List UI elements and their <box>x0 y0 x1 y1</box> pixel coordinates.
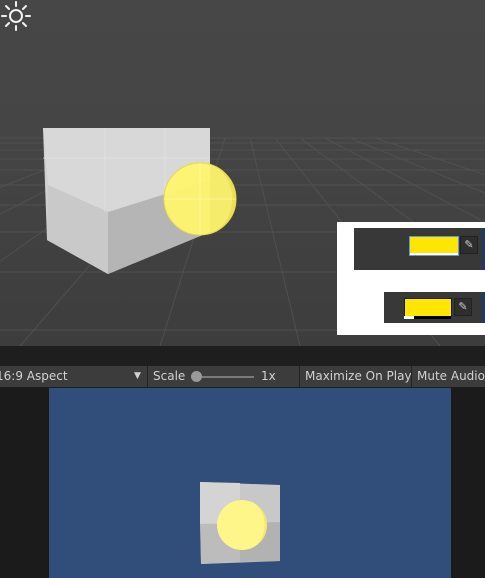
color-swatch[interactable] <box>404 298 452 317</box>
scale-slider[interactable] <box>196 376 254 378</box>
toolbar-separator <box>299 366 300 387</box>
color-field-row: ✎ <box>384 292 485 323</box>
color-field-row: ✎ <box>354 228 485 270</box>
aspect-dropdown[interactable]: 16:9 Aspect <box>0 366 68 387</box>
game-view-toolbar: 16:9 Aspect ▼ Scale 1x Maximize On Play … <box>0 366 485 388</box>
panel-divider <box>0 346 485 366</box>
scale-label: Scale <box>153 369 186 383</box>
toolbar-separator <box>411 366 412 387</box>
maximize-on-play-toggle[interactable]: Maximize On Play <box>305 366 412 387</box>
mute-audio-toggle[interactable]: Mute Audio <box>417 366 485 387</box>
scale-value: 1x <box>261 369 276 383</box>
sphere <box>217 500 268 550</box>
color-field-overlay: ✎ ✎ <box>337 222 485 335</box>
alpha-bar-fill <box>404 316 414 319</box>
scene-view[interactable]: ✎ ✎ <box>0 0 485 346</box>
color-swatch-selected[interactable] <box>409 236 459 256</box>
scale-slider-thumb[interactable] <box>191 371 202 382</box>
sphere[interactable] <box>163 162 237 236</box>
game-render <box>200 482 280 564</box>
game-view[interactable] <box>49 388 451 578</box>
chevron-down-icon[interactable]: ▼ <box>134 366 141 387</box>
sun-icon[interactable] <box>0 0 32 32</box>
toolbar-separator <box>147 366 148 387</box>
eyedropper-icon[interactable]: ✎ <box>460 236 478 254</box>
eyedropper-icon[interactable]: ✎ <box>454 298 472 316</box>
